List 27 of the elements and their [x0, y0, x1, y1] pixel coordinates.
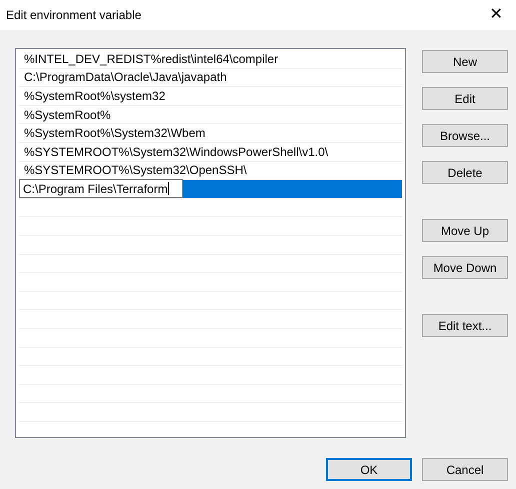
list-row[interactable]: %INTEL_DEV_REDIST%redist\intel64\compiler: [19, 50, 402, 69]
side-button[interactable]: Edit text...: [422, 314, 508, 337]
edit-field[interactable]: C:\Program Files\Terraform: [19, 179, 183, 198]
path-entry: %SystemRoot%\system32: [23, 88, 166, 105]
list-row[interactable]: C:\Program Files\Terraform: [19, 180, 402, 199]
side-button[interactable]: New: [422, 50, 508, 73]
side-button[interactable]: Delete: [422, 161, 508, 184]
list-row[interactable]: C:\ProgramData\Oracle\Java\javapath: [19, 68, 402, 88]
path-entry: %SYSTEMROOT%\System32\WindowsPowerShell\v1.0\: [23, 144, 328, 161]
path-entry: %SystemRoot%\System32\Wbem: [23, 125, 206, 142]
side-button[interactable]: Browse...: [422, 124, 508, 147]
ok-button[interactable]: OK: [326, 458, 412, 481]
path-entry: %INTEL_DEV_REDIST%redist\intel64\compiler: [23, 50, 278, 68]
text-cursor: [168, 182, 169, 196]
path-entry: C:\ProgramData\Oracle\Java\javapath: [23, 69, 227, 86]
list-row[interactable]: %SYSTEMROOT%\System32\WindowsPowerShell\v1.0\: [19, 142, 402, 162]
cancel-button[interactable]: Cancel: [422, 458, 508, 481]
path-entry: %SystemRoot%: [23, 106, 111, 124]
path-entry: %SYSTEMROOT%\System32\OpenSSH\: [23, 162, 247, 180]
list-row[interactable]: %SystemRoot%\System32\Wbem: [19, 124, 402, 143]
side-button[interactable]: Move Up: [422, 219, 508, 242]
list-row[interactable]: %SystemRoot%\system32: [19, 87, 402, 106]
list-row[interactable]: %SystemRoot%: [19, 106, 402, 124]
close-button[interactable]: ✕: [476, 0, 516, 30]
side-button[interactable]: Edit: [422, 87, 508, 110]
side-button[interactable]: Move Down: [422, 256, 508, 279]
window-title: Edit environment variable: [6, 7, 142, 24]
